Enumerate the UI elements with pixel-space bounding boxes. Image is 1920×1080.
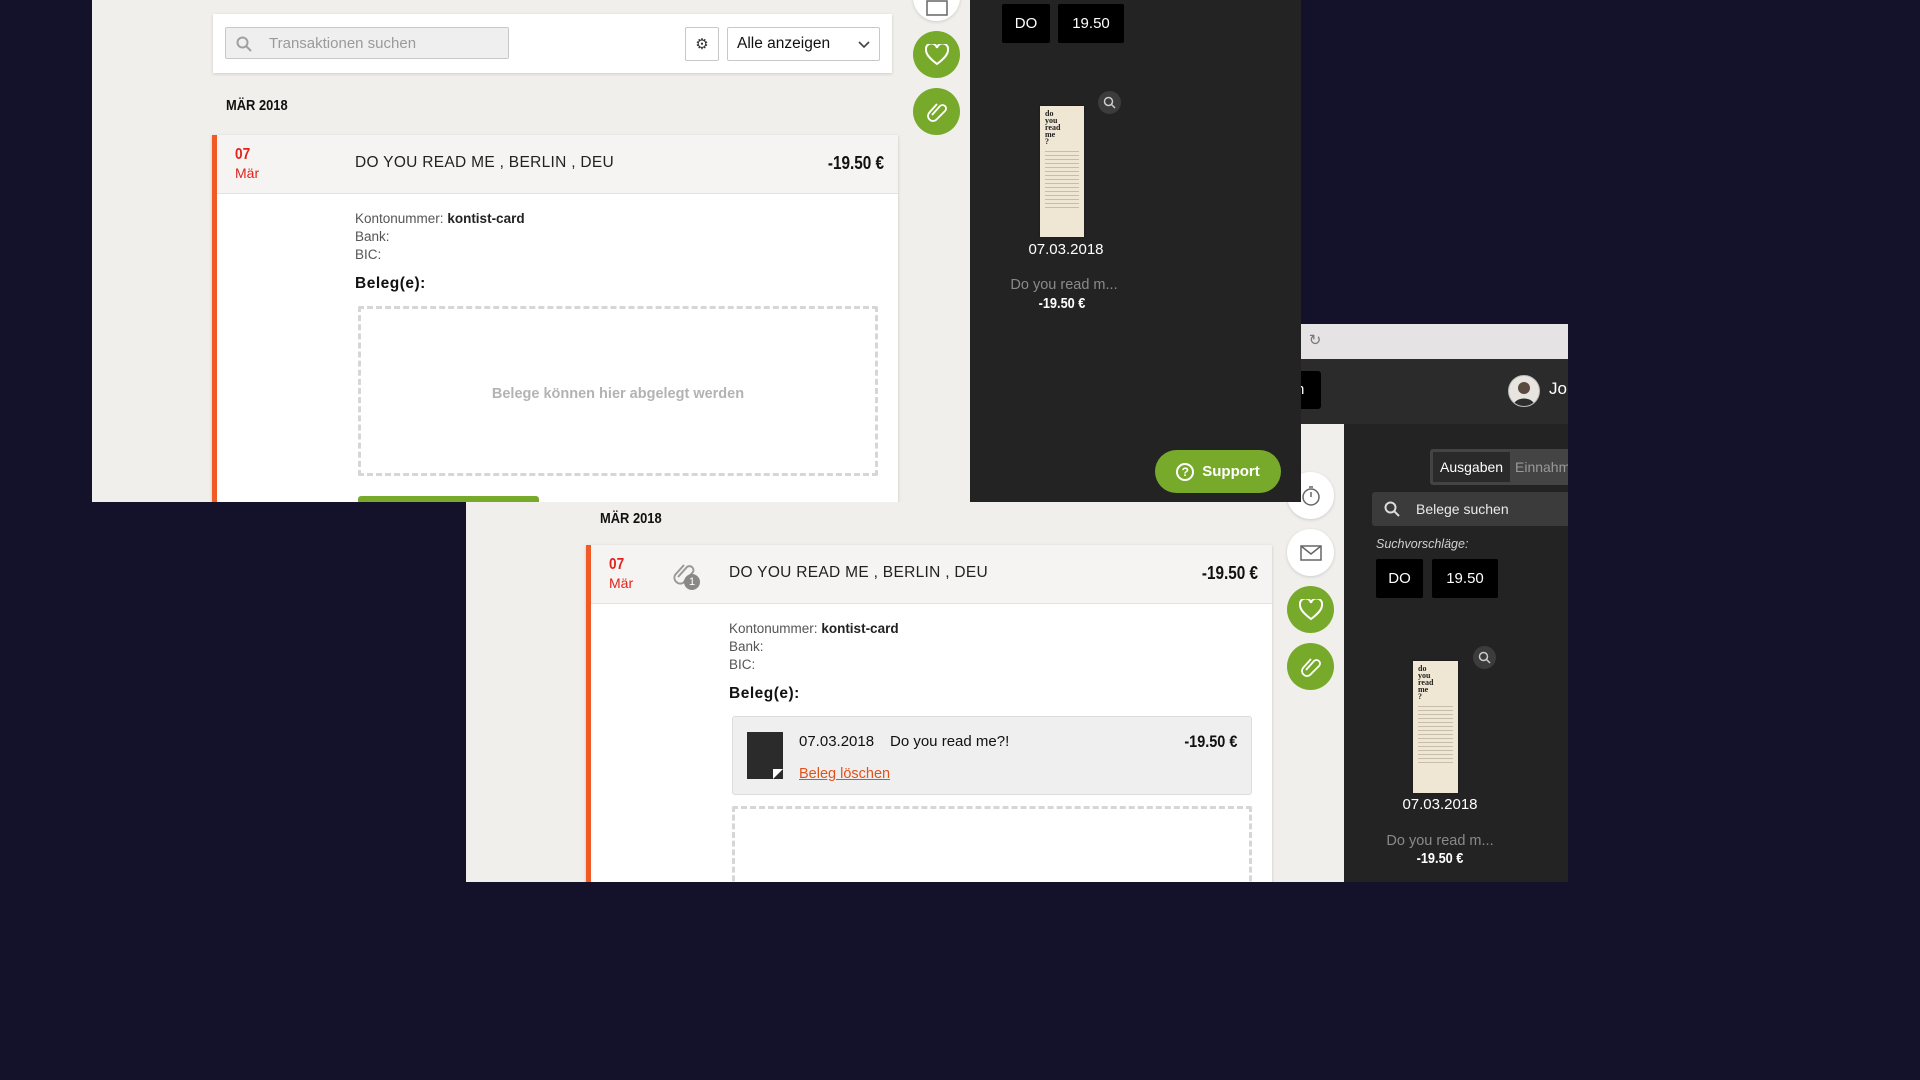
zoom-button[interactable]	[1473, 646, 1496, 669]
stopwatch-icon	[1301, 485, 1320, 506]
toolbar: Transaktionen suchen ⚙ Alle anzeigen	[213, 14, 892, 73]
search-placeholder: Transaktionen suchen	[269, 35, 417, 52]
zoom-icon	[1478, 651, 1491, 664]
mail-button[interactable]	[913, 0, 960, 21]
receipts-label: Beleg(e):	[355, 275, 426, 292]
account-number: Kontonummer: kontist-card	[355, 211, 525, 226]
suggestion-chip[interactable]: DO	[1002, 4, 1050, 43]
attachment-count-badge: 1	[684, 574, 700, 590]
thumbnail-name: Do you read m...	[1010, 277, 1118, 293]
receipts-label: Beleg(e):	[729, 685, 800, 702]
chevron-down-icon	[858, 41, 870, 49]
paperclip-icon: 1	[671, 561, 701, 591]
favorite-button[interactable]	[1287, 586, 1334, 633]
paperclip-icon	[1300, 657, 1321, 677]
belege-search-input[interactable]: Belege suchen	[1372, 492, 1568, 526]
receipt-amount: -19.50 €	[1183, 732, 1237, 751]
thumbnail-date: 07.03.2018	[1402, 796, 1478, 813]
transaction-card: 07 Mär DO YOU READ ME , BERLIN , DEU -19…	[212, 135, 898, 502]
suggestion-chip[interactable]: 19.50	[1058, 4, 1124, 43]
month-header: MÄR 2018	[600, 510, 662, 527]
filter-select[interactable]: Alle anzeigen	[727, 27, 880, 61]
receipt-thumbnail[interactable]: do you read me?	[1040, 106, 1084, 237]
bic-label: BIC:	[355, 247, 382, 262]
support-label: Support	[1202, 463, 1260, 480]
search-placeholder: Belege suchen	[1416, 501, 1509, 517]
receipt-date: 07.03.2018	[799, 733, 875, 750]
transaction-row[interactable]: 07 Mär DO YOU READ ME , BERLIN , DEU -19…	[217, 135, 898, 194]
avatar[interactable]	[1508, 375, 1540, 407]
transaction-row[interactable]: 07 Mär 1 DO YOU READ ME , BERLIN , DEU -…	[591, 545, 1272, 604]
search-icon	[1384, 501, 1400, 517]
receipts-sidebar: DO 19.50 do you read me? 07.03.2018 Do you …	[970, 0, 1301, 502]
mail-icon	[925, 0, 948, 16]
reload-icon[interactable]: ↻	[1304, 330, 1326, 352]
suggestions-label: Suchvorschläge:	[1376, 537, 1469, 551]
suggestion-chip[interactable]: 19.50	[1432, 559, 1498, 598]
transaction-merchant: DO YOU READ ME , BERLIN , DEU	[355, 154, 615, 171]
thumbnail-date: 07.03.2018	[1028, 241, 1104, 258]
suggestion-chip[interactable]: DO	[1376, 559, 1423, 598]
receipt-name: Do you read me?!	[890, 733, 1010, 750]
tab-einnahmen[interactable]: Einnahme	[1508, 452, 1568, 482]
delete-receipt-link[interactable]: Beleg löschen	[799, 766, 890, 782]
transaction-month: Mär	[235, 165, 260, 181]
transaction-amount: -19.50 €	[1201, 563, 1258, 583]
tab-ausgaben[interactable]: Ausgaben	[1433, 452, 1511, 482]
paperclip-icon	[926, 102, 947, 122]
attach-button[interactable]	[913, 88, 960, 135]
transaction-amount: -19.50 €	[827, 153, 884, 173]
settings-button[interactable]: ⚙	[685, 27, 719, 61]
filter-value: Alle anzeigen	[737, 35, 831, 52]
dropzone-text: Belege können hier abgelegt werden	[491, 386, 745, 402]
thumbnail-name: Do you read m...	[1386, 833, 1494, 849]
bic-label: BIC:	[729, 657, 756, 672]
mail-button[interactable]	[1287, 529, 1334, 576]
month-header: MÄR 2018	[226, 97, 288, 114]
mail-icon	[1299, 544, 1322, 561]
transaction-search-input[interactable]: Transaktionen suchen	[225, 27, 509, 59]
upload-button[interactable]	[358, 496, 539, 502]
receipt-dropzone[interactable]: Belege können hier abgelegt werden	[358, 306, 878, 476]
question-icon: ?	[1176, 462, 1195, 481]
receipt-thumbnail[interactable]: do you read me?	[1413, 661, 1458, 793]
document-icon	[747, 732, 783, 779]
search-icon	[236, 36, 252, 52]
transaction-day: 07	[609, 556, 625, 573]
account-label: Kontonummer:	[729, 621, 818, 636]
account-number: Kontonummer: kontist-card	[729, 621, 899, 636]
receipt-item[interactable]: 07.03.2018 Do you read me?! -19.50 € Bel…	[732, 716, 1252, 795]
bank-label: Bank:	[729, 639, 764, 654]
username[interactable]: Jo	[1549, 379, 1567, 399]
heart-icon	[1298, 598, 1323, 620]
transaction-day: 07	[235, 146, 251, 163]
account-value: kontist-card	[821, 621, 899, 636]
attach-button[interactable]	[1287, 643, 1334, 690]
favorite-button[interactable]	[913, 31, 960, 78]
receipts-sidebar: Ausgaben Einnahme Belege suchen Suchvors…	[1344, 424, 1568, 882]
gear-icon: ⚙	[695, 36, 709, 53]
thumbnail-amount: -19.50 €	[1416, 850, 1464, 867]
support-button[interactable]: ? Support	[1155, 450, 1281, 493]
zoom-icon	[1103, 96, 1116, 109]
receipt-tabs: Ausgaben Einnahme	[1430, 449, 1568, 485]
transaction-month: Mär	[609, 575, 634, 591]
thumbnail-amount: -19.50 €	[1038, 295, 1086, 312]
front-window: Transaktionen suchen ⚙ Alle anzeigen MÄR…	[92, 0, 1301, 502]
receipt-dropzone[interactable]	[732, 806, 1252, 882]
transaction-merchant: DO YOU READ ME , BERLIN , DEU	[729, 564, 989, 581]
account-value: kontist-card	[447, 211, 525, 226]
zoom-button[interactable]	[1098, 91, 1121, 114]
heart-icon	[924, 43, 949, 65]
transaction-card: 07 Mär 1 DO YOU READ ME , BERLIN , DEU -…	[586, 545, 1272, 882]
bank-label: Bank:	[355, 229, 390, 244]
account-label: Kontonummer:	[355, 211, 444, 226]
